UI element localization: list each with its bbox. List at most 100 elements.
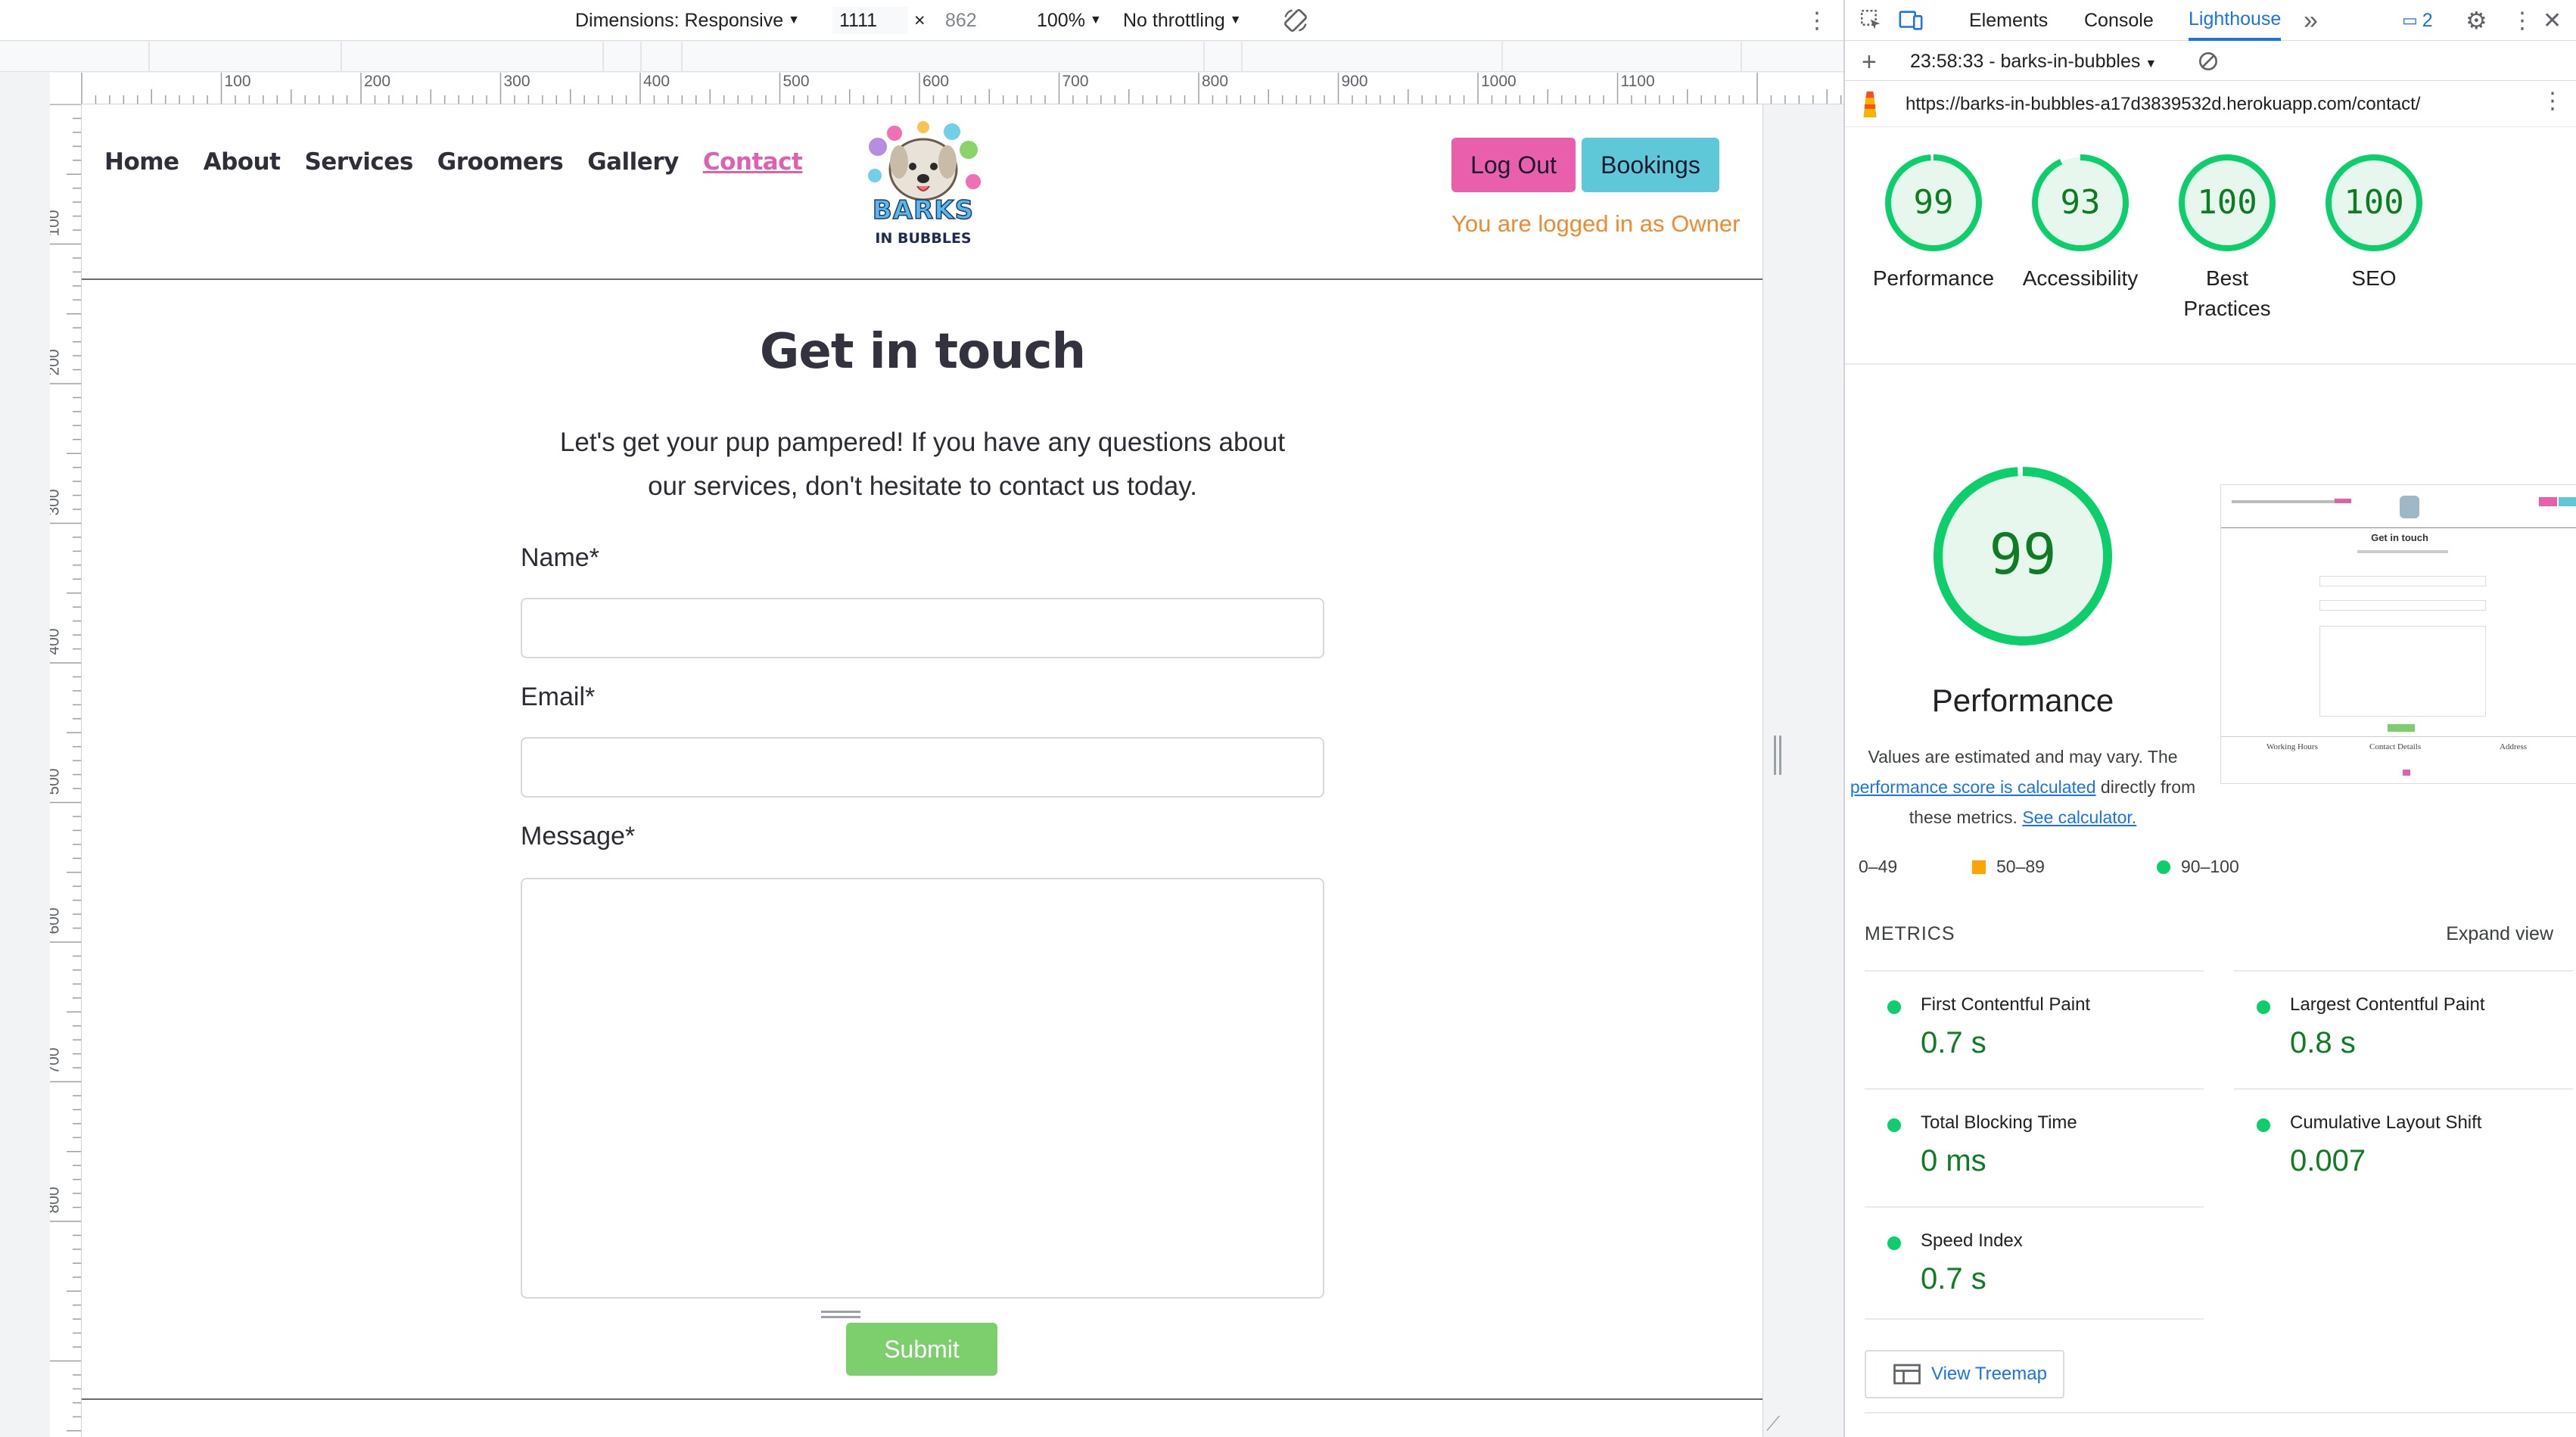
nav-link-home[interactable]: Home [104,148,179,176]
perf-score-value: 99 [1989,522,2056,587]
rotate-icon[interactable] [1282,0,1309,41]
message-textarea[interactable] [521,878,1324,1299]
site-logo[interactable]: BARKS IN BUBBLES [861,120,985,256]
thumb-intro [2357,550,2448,553]
nav-link-groomers[interactable]: Groomers [437,148,564,176]
pass-dot-icon [2257,1118,2270,1132]
inspect-element-icon[interactable] [1859,8,1884,33]
thumb-social-icons [2403,770,2410,776]
gauge-value: 99 [1914,183,1954,222]
ruler-label: 600 [922,73,950,90]
logged-in-status: You are logged in as Owner [1451,210,1741,237]
treemap-icon [1893,1364,1921,1385]
gauge-value: 100 [2197,183,2257,222]
more-options-icon[interactable]: ⋮ [1806,0,1828,41]
devtools-menu-icon[interactable]: ⋮ [2511,0,2534,41]
metric-cls[interactable]: Cumulative Layout Shift 0.007 [2234,1088,2573,1202]
gauge-best-practices[interactable]: 100 Best Practices [2154,151,2301,324]
logo-text-bubbles: IN BUBBLES [875,230,972,247]
settings-gear-icon[interactable]: ⚙ [2466,0,2487,41]
resize-handle-right[interactable] [1774,736,1781,775]
dimensions-dropdown[interactable]: Dimensions: Responsive ▼ [575,0,800,41]
clear-report-icon[interactable] [2196,49,2220,79]
metric-name: Cumulative Layout Shift [2290,1112,2482,1133]
tab-console[interactable]: Console [2084,0,2154,41]
logout-button[interactable]: Log Out [1451,138,1576,192]
gauge-accessibility[interactable]: 93 Accessibility [2007,151,2154,294]
treemap-label: View Treemap [1931,1364,2047,1384]
metric-name: First Contentful Paint [1921,994,2091,1015]
ruler-label: 400 [50,628,63,655]
metric-tbt[interactable]: Total Blocking Time 0 ms [1865,1088,2204,1202]
metric-value: 0.7 s [1921,1262,1986,1295]
nav-link-services[interactable]: Services [304,148,413,176]
close-devtools-icon[interactable]: ✕ [2543,0,2562,41]
site-navbar: Home About Services Groomers Gallery Con… [82,104,1762,280]
metric-name: Total Blocking Time [1921,1112,2077,1133]
nav-link-gallery[interactable]: Gallery [587,148,679,176]
caret-down-icon: ▼ [788,14,800,26]
email-field[interactable] [521,737,1324,798]
tab-elements[interactable]: Elements [1969,0,2048,41]
metric-value: 0.7 s [1921,1026,1986,1059]
gauge-value: 93 [2061,183,2101,222]
nav-link-about[interactable]: About [204,148,281,176]
metric-fcp[interactable]: First Contentful Paint 0.7 s [1865,970,2204,1084]
width-input[interactable]: 1111 [832,7,908,34]
caret-down-icon: ▼ [1229,14,1242,26]
devtools-panel: Elements Console Lighthouse » ▭ 2 ⚙ ⋮ ✕ +… [1843,0,2576,1437]
name-field[interactable] [521,598,1324,658]
issues-badge[interactable]: ▭ 2 [2402,0,2433,41]
report-menu-icon[interactable]: ⋮ [2541,88,2564,114]
submit-button[interactable]: Submit [846,1323,997,1376]
throttle-label: No throttling [1123,9,1225,31]
ruler-label: 500 [782,73,810,90]
device-toolbar-toggle-icon[interactable] [1898,8,1924,33]
perf-desc-text: Values are estimated and may vary. The [1868,747,2178,767]
media-query-bar[interactable] [0,42,1843,72]
new-report-plus-icon[interactable]: + [1862,48,1877,77]
thumb-active-link [2335,499,2351,503]
nav-link-contact[interactable]: Contact [703,148,803,176]
metric-speed-index[interactable]: Speed Index 0.7 s [1865,1206,2204,1320]
ruler-label: 200 [364,73,391,90]
gauge-seo[interactable]: 100 SEO [2301,151,2447,294]
final-screenshot-thumbnail[interactable]: Get in touch Working Hours Contact Detai… [2220,484,2576,784]
ruler-label: 600 [50,907,63,935]
report-time: 23:58:33 - barks-in-bubbles [1910,51,2141,72]
zoom-dropdown[interactable]: 100% ▼ [1037,0,1102,41]
ruler-label: 100 [50,209,63,237]
calculator-link[interactable]: See calculator. [2022,807,2136,827]
legend-average: 50–89 [1972,857,2045,877]
device-toolbar: Dimensions: Responsive ▼ 1111 × 862 100% ▼… [0,0,1843,41]
ruler-label: 700 [50,1047,63,1075]
tab-lighthouse[interactable]: Lighthouse [2189,0,2282,41]
ruler-label: 300 [50,488,63,516]
expand-view-toggle[interactable]: Expand view [2446,923,2553,945]
pass-dot-icon [1887,1000,1901,1014]
thumb-divider [2221,527,2576,528]
perf-score-link[interactable]: performance score is calculated [1850,777,2096,797]
thumb-logo [2400,496,2419,518]
audited-url[interactable]: https://barks-in-bubbles-a17d3839532d.he… [1906,94,2420,115]
more-tabs-icon[interactable]: » [2304,0,2318,41]
pass-dot-icon [1887,1236,1901,1250]
view-treemap-button[interactable]: View Treemap [1865,1350,2064,1398]
legend-fail-label: 0–49 [1859,857,1898,876]
report-selector[interactable]: 23:58:33 - barks-in-bubbles ▼ [1910,51,2157,73]
gauge-label: SEO [2351,266,2397,290]
ruler-label: 100 [224,73,251,90]
gauge-performance[interactable]: 99 Performance [1860,151,2007,294]
ruler-label: 700 [1062,73,1089,90]
height-input[interactable]: 862 [938,7,1014,34]
horizontal-ruler: 100 200 300 400 500 600 700 800 900 1000 1100 [50,73,1843,104]
gauge-ring: 99 [1885,154,1982,251]
resize-handle-bottom[interactable] [821,1311,860,1318]
zoom-label: 100% [1037,9,1085,31]
page-title: Get in touch [759,324,1086,380]
resize-corner-icon[interactable]: ⟋ [1766,1412,1780,1436]
bookings-button[interactable]: Bookings [1582,138,1719,192]
square-icon [1972,860,1986,874]
metric-lcp[interactable]: Largest Contentful Paint 0.8 s [2234,970,2573,1084]
throttle-dropdown[interactable]: No throttling ▼ [1123,0,1242,41]
